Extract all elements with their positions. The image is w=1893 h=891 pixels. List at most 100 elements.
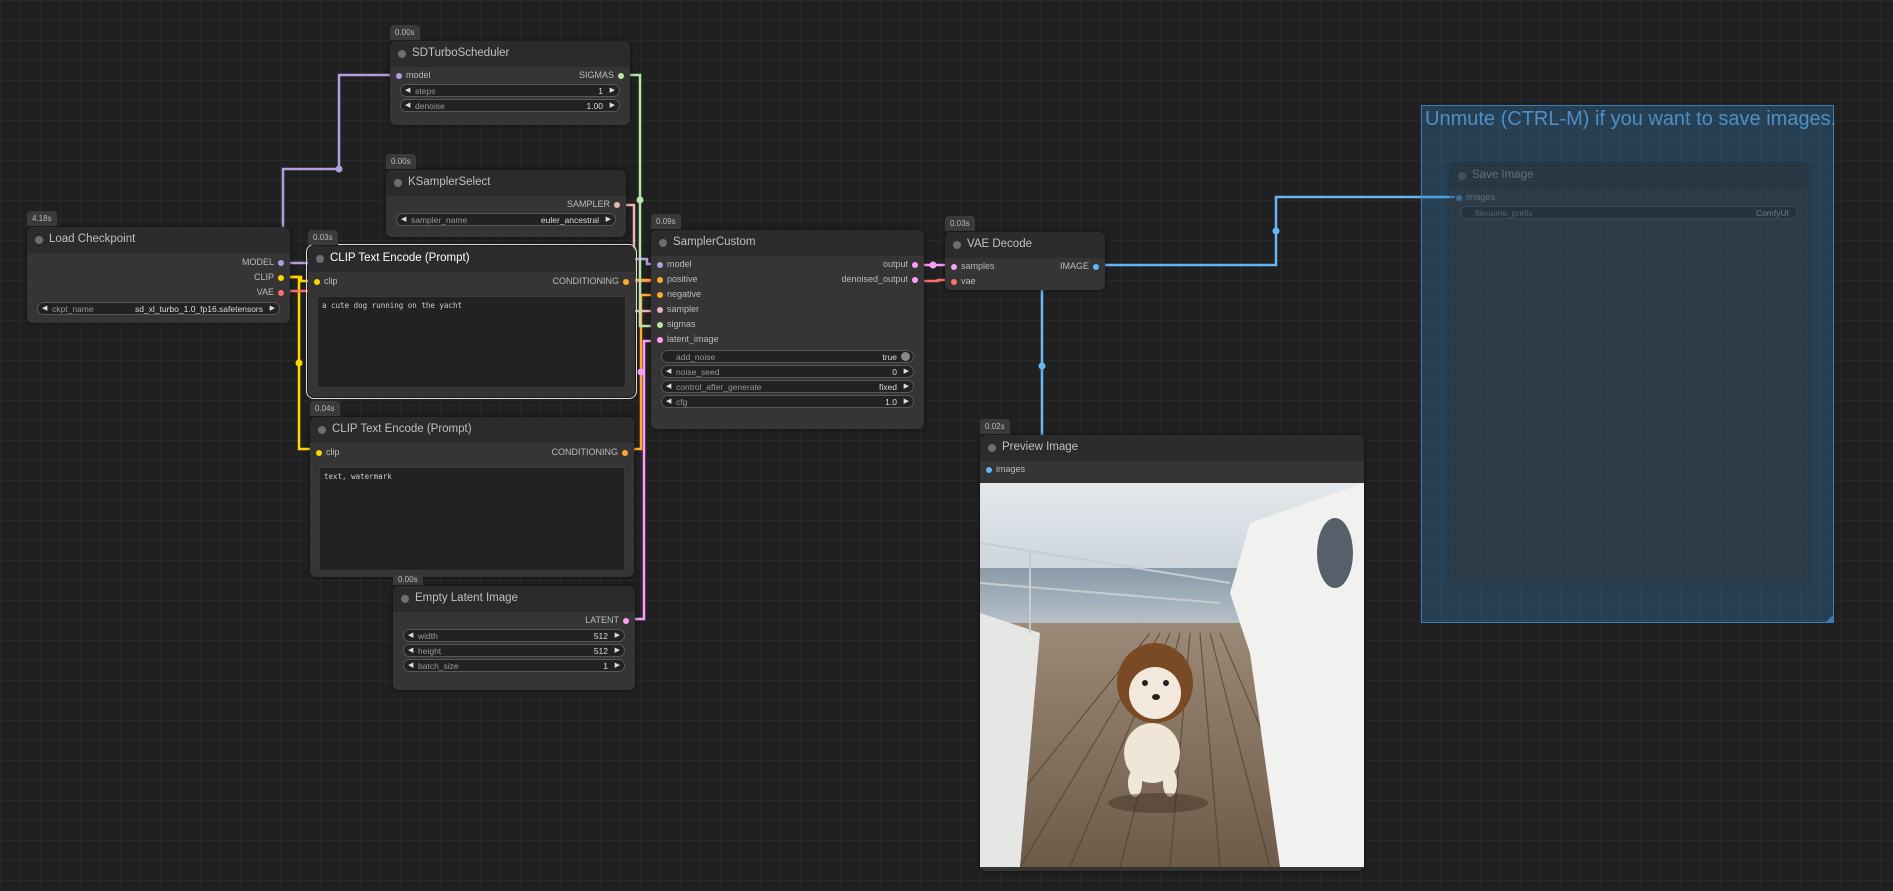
- collapse-icon[interactable]: [318, 426, 326, 434]
- node-samplercustom[interactable]: 0.09s SamplerCustom model output positiv…: [651, 214, 924, 429]
- input-slot-model[interactable]: [657, 262, 663, 268]
- next-option-icon[interactable]: ▶: [606, 215, 611, 223]
- prompt-textarea[interactable]: text, watermark: [319, 467, 625, 571]
- input-slot-samples[interactable]: [951, 264, 957, 270]
- node-ksamplerselect[interactable]: 0.00s KSamplerSelect SAMPLER ◀ sampler_n…: [386, 154, 626, 237]
- output-slot-clip[interactable]: [278, 275, 284, 281]
- input-slot-sigmas[interactable]: [657, 322, 663, 328]
- node-load-checkpoint[interactable]: 4.18s Load Checkpoint MODEL CLIP VAE ◀ c…: [27, 211, 290, 323]
- node-title: SDTurboScheduler: [412, 47, 510, 59]
- increment-icon[interactable]: ▶: [904, 397, 909, 405]
- widget-height[interactable]: ◀ height 512 ▶: [403, 644, 625, 657]
- node-preview-image[interactable]: 0.02s Preview Image images: [980, 419, 1364, 871]
- next-option-icon[interactable]: ▶: [270, 304, 275, 312]
- increment-icon[interactable]: ▶: [615, 661, 620, 669]
- widget-ckpt-name[interactable]: ◀ ckpt_name sd_xl_turbo_1.0_fp16.safeten…: [37, 302, 280, 315]
- node-vae-decode[interactable]: 0.03s VAE Decode samples IMAGE vae: [945, 216, 1105, 290]
- input-slot-sampler[interactable]: [657, 307, 663, 313]
- increment-icon[interactable]: ▶: [610, 101, 615, 109]
- node-header[interactable]: SamplerCustom: [651, 230, 924, 256]
- prev-option-icon[interactable]: ◀: [401, 215, 406, 223]
- prompt-textarea[interactable]: a cute dog running on the yacht: [317, 296, 626, 388]
- node-sdturboscheduler[interactable]: 0.00s SDTurboScheduler model SIGMAS ◀ st…: [390, 25, 630, 125]
- input-label-positive: positive: [667, 274, 698, 284]
- node-clip-text-encode-positive[interactable]: 0.03s CLIP Text Encode (Prompt) clip CON…: [306, 230, 637, 399]
- decrement-icon[interactable]: ◀: [408, 661, 413, 669]
- preview-output-image[interactable]: [980, 483, 1364, 867]
- node-save-image[interactable]: Save Image images filename_prefix ComfyU…: [1450, 163, 1808, 583]
- widget-control-after-generate[interactable]: ◀ control_after_generate fixed ▶: [661, 380, 914, 393]
- input-slot-positive[interactable]: [657, 277, 663, 283]
- input-slot-images[interactable]: [986, 467, 992, 473]
- widget-batch-size[interactable]: ◀ batch_size 1 ▶: [403, 659, 625, 672]
- collapse-icon[interactable]: [659, 239, 667, 247]
- input-slot-model[interactable]: [396, 73, 402, 79]
- toggle-knob-icon[interactable]: [901, 352, 910, 361]
- link-image-save: [1097, 195, 1455, 267]
- input-slot-clip[interactable]: [314, 279, 320, 285]
- widget-value: true: [882, 352, 897, 362]
- collapse-icon[interactable]: [953, 241, 961, 249]
- output-slot-image[interactable]: [1093, 264, 1099, 270]
- output-slot-sampler[interactable]: [614, 202, 620, 208]
- exec-time-badge: 0.03s: [945, 216, 975, 231]
- input-slot-latent-image[interactable]: [657, 337, 663, 343]
- collapse-icon[interactable]: [988, 444, 996, 452]
- input-slot-images[interactable]: [1456, 195, 1462, 201]
- output-slot-conditioning[interactable]: [622, 450, 628, 456]
- widget-sampler-name[interactable]: ◀ sampler_name euler_ancestral ▶: [396, 213, 616, 226]
- decrement-icon[interactable]: ◀: [405, 86, 410, 94]
- prev-option-icon[interactable]: ◀: [42, 304, 47, 312]
- increment-icon[interactable]: ▶: [615, 631, 620, 639]
- widget-denoise[interactable]: ◀ denoise 1.00 ▶: [400, 99, 620, 112]
- input-slot-clip[interactable]: [316, 450, 322, 456]
- output-slot-model[interactable]: [278, 260, 284, 266]
- widget-add-noise-toggle[interactable]: add_noise true: [661, 350, 914, 363]
- node-clip-text-encode-negative[interactable]: 0.04s CLIP Text Encode (Prompt) clip CON…: [310, 401, 634, 577]
- decrement-icon[interactable]: ◀: [666, 367, 671, 375]
- group-resize-handle[interactable]: [1826, 615, 1833, 622]
- collapse-icon[interactable]: [316, 255, 324, 263]
- widget-cfg[interactable]: ◀ cfg 1.0 ▶: [661, 395, 914, 408]
- collapse-icon[interactable]: [394, 179, 402, 187]
- node-header[interactable]: SDTurboScheduler: [390, 41, 630, 67]
- increment-icon[interactable]: ▶: [615, 646, 620, 654]
- node-header[interactable]: Empty Latent Image: [393, 586, 635, 612]
- widget-noise-seed[interactable]: ◀ noise_seed 0 ▶: [661, 365, 914, 378]
- collapse-icon[interactable]: [401, 595, 409, 603]
- node-header[interactable]: CLIP Text Encode (Prompt): [308, 246, 635, 272]
- node-header[interactable]: Save Image: [1450, 163, 1808, 189]
- node-header[interactable]: VAE Decode: [945, 232, 1105, 258]
- input-label-clip: clip: [324, 276, 338, 286]
- collapse-icon[interactable]: [1458, 172, 1466, 180]
- node-header[interactable]: Preview Image: [980, 435, 1364, 461]
- widget-filename-prefix[interactable]: filename_prefix ComfyUI: [1460, 206, 1798, 219]
- node-header[interactable]: CLIP Text Encode (Prompt): [310, 417, 634, 443]
- exec-time-badge: 4.18s: [27, 211, 57, 226]
- output-slot-latent[interactable]: [623, 618, 629, 624]
- widget-width[interactable]: ◀ width 512 ▶: [403, 629, 625, 642]
- collapse-icon[interactable]: [398, 50, 406, 58]
- node-header[interactable]: KSamplerSelect: [386, 170, 626, 196]
- node-title: VAE Decode: [967, 238, 1032, 250]
- output-slot-output[interactable]: [912, 262, 918, 268]
- prev-option-icon[interactable]: ◀: [666, 382, 671, 390]
- next-option-icon[interactable]: ▶: [904, 382, 909, 390]
- widget-steps[interactable]: ◀ steps 1 ▶: [400, 84, 620, 97]
- output-slot-sigmas[interactable]: [618, 73, 624, 79]
- decrement-icon[interactable]: ◀: [408, 631, 413, 639]
- input-slot-vae[interactable]: [951, 279, 957, 285]
- decrement-icon[interactable]: ◀: [405, 101, 410, 109]
- output-slot-conditioning[interactable]: [623, 279, 629, 285]
- input-slot-negative[interactable]: [657, 292, 663, 298]
- collapse-icon[interactable]: [35, 236, 43, 244]
- node-empty-latent-image[interactable]: 0.00s Empty Latent Image LATENT ◀ width …: [393, 575, 635, 690]
- input-label-vae: vae: [961, 276, 976, 286]
- decrement-icon[interactable]: ◀: [666, 397, 671, 405]
- increment-icon[interactable]: ▶: [904, 367, 909, 375]
- node-header[interactable]: Load Checkpoint: [27, 227, 290, 253]
- increment-icon[interactable]: ▶: [610, 86, 615, 94]
- output-slot-vae[interactable]: [278, 290, 284, 296]
- decrement-icon[interactable]: ◀: [408, 646, 413, 654]
- output-slot-denoised-output[interactable]: [912, 277, 918, 283]
